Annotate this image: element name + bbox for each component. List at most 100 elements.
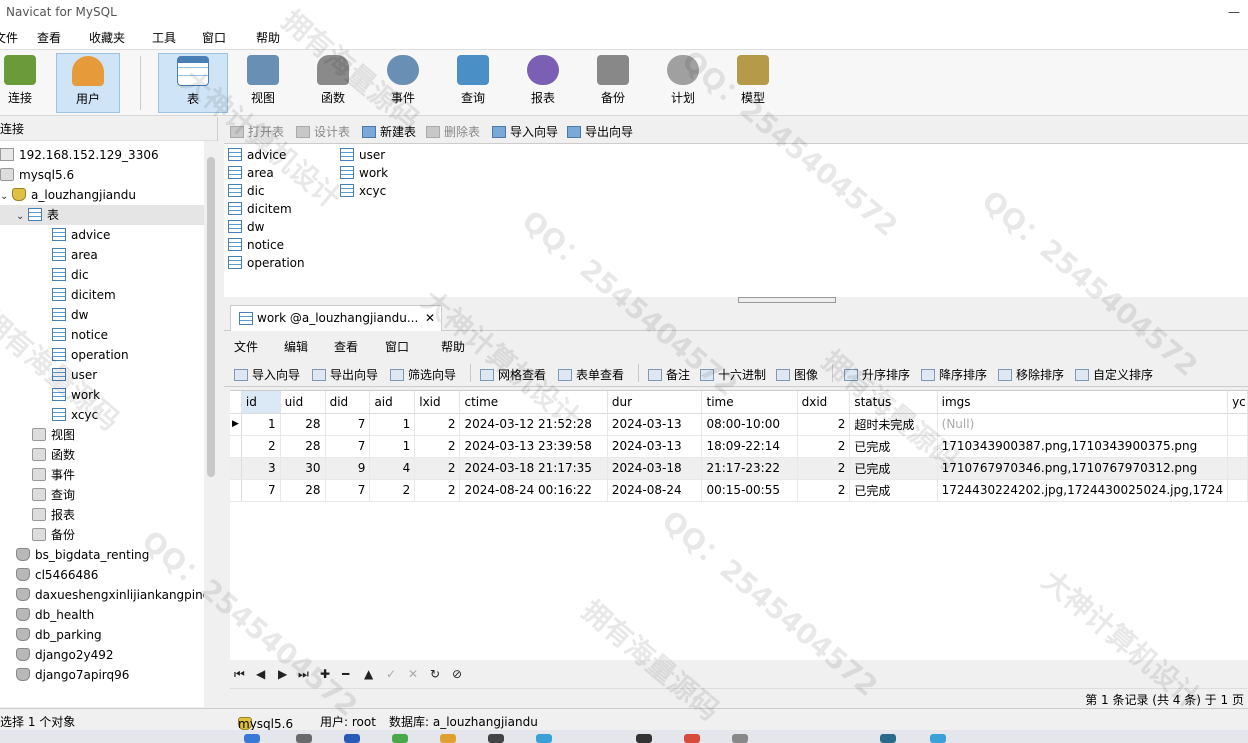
chevron-down-icon[interactable]: ⌄ [16,207,28,227]
cell-imgs[interactable]: 1724430224202.jpg,1724430025024.jpg,1724 [937,479,1229,502]
delete-table-button[interactable]: 删除表 [426,123,480,140]
filter-wizard-button[interactable]: 筛选向导 [390,366,456,383]
toolbar-connect-button[interactable]: 连接 [0,53,52,113]
tab-work-table[interactable]: work @a_louzhangjiandu... ✕ [230,305,442,331]
tree-table-item[interactable]: dicitem [52,285,116,305]
delete-record-icon[interactable]: ━ [342,667,349,681]
tree-table-item[interactable]: xcyc [52,405,98,425]
cell-time[interactable]: 08:00-10:00 [701,413,798,436]
cell-did[interactable]: 9 [325,457,371,480]
tree-queries-node[interactable]: 查询 [32,485,75,505]
cell-lxid[interactable]: 2 [414,413,461,436]
menu-favorites[interactable]: 收藏夹 [89,29,125,46]
scrollbar-thumb[interactable] [207,157,215,477]
column-header-did[interactable]: did [325,391,371,414]
cell-dur[interactable]: 2024-03-13 [607,435,703,458]
object-item[interactable]: notice [228,236,284,254]
cell-imgs[interactable]: 1710767970346.png,1710767970312.png [937,457,1229,480]
stop-icon[interactable]: ⊘ [452,667,462,681]
menu-help[interactable]: 帮助 [256,29,280,46]
tree-vertical-scrollbar[interactable] [204,141,218,707]
column-header-uid[interactable]: uid [280,391,326,414]
tree-server[interactable]: mysql5.6 [0,165,74,185]
cell-yc[interactable] [1227,413,1248,436]
previous-record-icon[interactable]: ◀ [256,667,265,681]
tree-tables-node[interactable]: ⌄ 表 [0,205,204,225]
import-wizard-button[interactable]: 导入向导 [234,366,300,383]
cell-did[interactable]: 7 [325,435,371,458]
cell-id[interactable]: 7 [241,479,281,502]
object-item[interactable]: advice [228,146,286,164]
taskbar-app-icon[interactable] [636,734,652,743]
cell-aid[interactable]: 2 [369,479,416,502]
cell-yc[interactable] [1227,457,1248,480]
tree-database-item[interactable]: django7apirq96 [16,665,129,685]
cell-time[interactable]: 18:09-22:14 [701,435,798,458]
table-row[interactable]: 2 28 7 1 2 2024-03-13 23:39:58 2024-03-1… [230,435,1248,458]
chevron-down-icon[interactable]: ⌄ [0,187,12,207]
column-header-yc[interactable]: yc [1227,391,1248,414]
table-row[interactable]: ▶ 1 28 7 1 2 2024-03-12 21:52:28 2024-03… [230,413,1248,436]
table-row[interactable]: 3 30 9 4 2 2024-03-18 21:17:35 2024-03-1… [230,457,1248,480]
tree-table-item[interactable]: operation [52,345,129,365]
last-record-icon[interactable]: ⏭ [298,667,309,682]
cell-dur[interactable]: 2024-03-13 [607,413,703,436]
cell-status[interactable]: 已完成 [849,457,938,480]
window-controls[interactable]: — [1228,0,1240,24]
taskbar-app-icon[interactable] [344,734,360,743]
taskbar-app-icon[interactable] [296,734,312,743]
first-record-icon[interactable]: ⏮ [234,667,245,682]
sort-descending-button[interactable]: 降序排序 [921,366,987,383]
column-header-status[interactable]: status [849,391,938,414]
design-table-button[interactable]: 设计表 [296,123,350,140]
export-wizard-button[interactable]: 导出向导 [312,366,378,383]
column-header-imgs[interactable]: imgs [937,391,1229,414]
tree-table-item[interactable]: user [52,365,97,385]
toolbar-user-button[interactable]: 用户 [56,53,120,113]
toolbar-backup-button[interactable]: 备份 [581,53,645,113]
cell-dur[interactable]: 2024-03-18 [607,457,703,480]
cell-uid[interactable]: 28 [280,413,326,436]
cell-imgs[interactable]: (Null) [937,413,1229,436]
object-item[interactable]: dic [228,182,265,200]
cell-status[interactable]: 已完成 [849,435,938,458]
cell-lxid[interactable]: 2 [414,435,461,458]
taskbar-app-icon[interactable] [684,734,700,743]
export-wizard-button[interactable]: 导出向导 [567,123,633,140]
cell-did[interactable]: 7 [325,413,371,436]
cell-dxid[interactable]: 2 [797,435,851,458]
up-icon[interactable]: ▲ [364,667,373,681]
taskbar-app-icon[interactable] [536,734,552,743]
discard-changes-icon[interactable]: ✕ [408,667,418,681]
cell-lxid[interactable]: 2 [414,479,461,502]
tree-reports-node[interactable]: 报表 [32,505,75,525]
object-item[interactable]: work [340,164,388,182]
tree-database-item[interactable]: cl5466486 [16,565,98,585]
remove-sort-button[interactable]: 移除排序 [998,366,1064,383]
close-icon[interactable]: ✕ [425,306,435,330]
cell-yc[interactable] [1227,479,1248,502]
cell-time[interactable]: 00:15-00:55 [701,479,798,502]
import-wizard-button[interactable]: 导入向导 [492,123,558,140]
cell-dxid[interactable]: 2 [797,479,851,502]
cell-id[interactable]: 2 [241,435,281,458]
cell-yc[interactable] [1227,435,1248,458]
cell-dxid[interactable]: 2 [797,413,851,436]
tree-backups-node[interactable]: 备份 [32,525,75,545]
column-header-ctime[interactable]: ctime [459,391,608,414]
object-item[interactable]: area [228,164,274,182]
tree-table-item[interactable]: work [52,385,100,405]
sort-ascending-button[interactable]: 升序排序 [844,366,910,383]
taskbar-app-icon[interactable] [930,734,946,743]
image-button[interactable]: 图像 [776,366,818,383]
toolbar-function-button[interactable]: 函数 [301,53,365,113]
taskbar-app-icon[interactable] [440,734,456,743]
toolbar-model-button[interactable]: 模型 [721,53,785,113]
tree-database-item[interactable]: django2y492 [16,645,114,665]
tree-database-open[interactable]: ⌄ a_louzhangjiandu [0,185,136,205]
cell-ctime[interactable]: 2024-03-12 21:52:28 [459,413,608,436]
taskbar-app-icon[interactable] [732,734,748,743]
toolbar-table-button[interactable]: 表 [158,53,228,113]
grid-view-button[interactable]: 网格查看 [480,366,546,383]
tree-table-item[interactable]: notice [52,325,108,345]
